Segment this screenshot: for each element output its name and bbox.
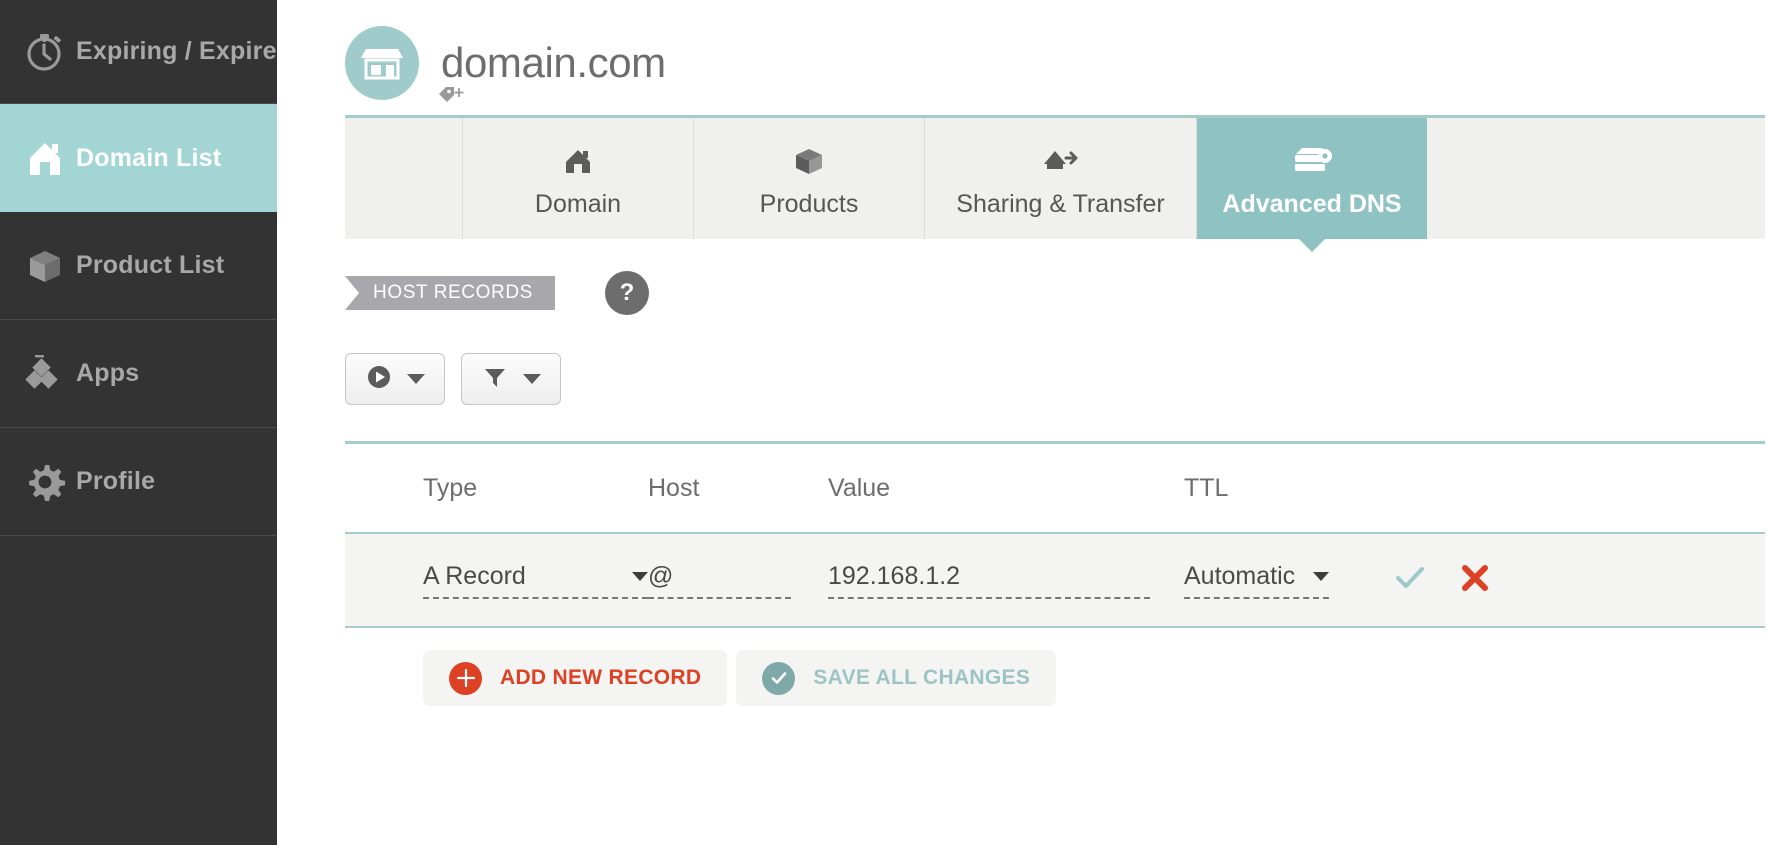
server-gear-icon bbox=[1290, 140, 1334, 182]
check-icon[interactable] bbox=[1393, 561, 1427, 600]
record-type-select[interactable]: A Record bbox=[423, 562, 648, 599]
app-root: Expiring / Expired Domain List bbox=[0, 0, 1767, 845]
ttl-value: Automatic bbox=[1184, 562, 1295, 591]
storefront-icon bbox=[345, 26, 419, 100]
value-text: 192.168.1.2 bbox=[828, 562, 960, 591]
host-records-table: Type Host Value TTL A Record @ bbox=[345, 441, 1765, 628]
sidebar-item-label: Domain List bbox=[76, 144, 221, 173]
cell-actions bbox=[1369, 561, 1765, 600]
sidebar: Expiring / Expired Domain List bbox=[0, 0, 277, 845]
records-toolbar bbox=[345, 353, 1767, 405]
filter-funnel-icon bbox=[481, 363, 509, 396]
ttl-select[interactable]: Automatic bbox=[1184, 562, 1329, 599]
host-value: @ bbox=[648, 562, 673, 591]
sidebar-item-apps[interactable]: Apps bbox=[0, 320, 277, 428]
sidebar-item-label: Apps bbox=[76, 359, 139, 388]
table-row: A Record @ 192.168.1.2 Autom bbox=[345, 532, 1765, 628]
check-circle-icon bbox=[762, 662, 795, 695]
tab-bar: Domain Products bbox=[345, 115, 1765, 239]
tab-label: Products bbox=[760, 190, 859, 219]
box-icon bbox=[14, 243, 76, 289]
sidebar-empty-area bbox=[0, 536, 277, 644]
host-input[interactable]: @ bbox=[648, 562, 791, 599]
help-icon[interactable]: ? bbox=[605, 271, 649, 315]
save-all-changes-label: SAVE ALL CHANGES bbox=[813, 666, 1030, 690]
house-icon bbox=[14, 135, 76, 181]
tab-label: Advanced DNS bbox=[1222, 190, 1401, 219]
table-header-row: Type Host Value TTL bbox=[345, 444, 1765, 532]
x-icon[interactable] bbox=[1459, 562, 1491, 599]
cell-type: A Record bbox=[345, 562, 648, 599]
sidebar-item-label: Expiring / Expired bbox=[76, 37, 292, 66]
tab-domain[interactable]: Domain bbox=[463, 118, 694, 239]
column-header-ttl: TTL bbox=[1184, 474, 1369, 503]
tab-bar-tail bbox=[1427, 118, 1765, 239]
main-content: domain.com Domain bbox=[277, 0, 1767, 845]
cell-ttl: Automatic bbox=[1184, 562, 1369, 599]
tab-label: Sharing & Transfer bbox=[956, 190, 1164, 219]
diamonds-icon bbox=[14, 351, 76, 397]
play-circle-icon bbox=[365, 363, 393, 396]
sidebar-item-domain-list[interactable]: Domain List bbox=[0, 104, 277, 212]
tab-products[interactable]: Products bbox=[694, 118, 925, 239]
column-header-value: Value bbox=[828, 474, 1184, 503]
chevron-down-icon bbox=[632, 572, 648, 581]
add-new-record-label: ADD NEW RECORD bbox=[500, 666, 701, 690]
value-input[interactable]: 192.168.1.2 bbox=[828, 562, 1150, 599]
domain-header: domain.com bbox=[345, 0, 1767, 83]
record-type-dropdown[interactable] bbox=[345, 353, 445, 405]
sidebar-item-label: Profile bbox=[76, 467, 155, 496]
tab-sharing-transfer[interactable]: Sharing & Transfer bbox=[925, 118, 1197, 239]
host-records-header: HOST RECORDS ? bbox=[345, 275, 1767, 311]
cell-host: @ bbox=[648, 562, 828, 599]
tab-spacer bbox=[345, 118, 463, 239]
sidebar-item-product-list[interactable]: Product List bbox=[0, 212, 277, 320]
gear-icon bbox=[14, 459, 76, 505]
filter-dropdown[interactable] bbox=[461, 353, 561, 405]
sidebar-item-label: Product List bbox=[76, 251, 224, 280]
plus-circle-icon bbox=[449, 662, 482, 695]
tag-plus-icon[interactable] bbox=[437, 85, 467, 112]
share-arrow-icon bbox=[1040, 140, 1082, 182]
host-records-label: HOST RECORDS bbox=[373, 282, 533, 304]
chevron-down-icon bbox=[1313, 572, 1329, 581]
tab-advanced-dns[interactable]: Advanced DNS bbox=[1197, 118, 1427, 239]
chevron-down-icon bbox=[407, 374, 425, 384]
column-header-host: Host bbox=[648, 474, 828, 503]
record-type-value: A Record bbox=[423, 562, 526, 591]
chevron-down-icon bbox=[523, 374, 541, 384]
stopwatch-icon bbox=[14, 30, 76, 74]
box-icon bbox=[791, 140, 827, 182]
add-new-record-button[interactable]: ADD NEW RECORD bbox=[423, 650, 727, 706]
page-title: domain.com bbox=[441, 39, 666, 87]
sidebar-item-expiring-expired[interactable]: Expiring / Expired bbox=[0, 0, 277, 104]
tag-row bbox=[345, 83, 1767, 113]
save-all-changes-button[interactable]: SAVE ALL CHANGES bbox=[736, 650, 1056, 706]
sidebar-item-profile[interactable]: Profile bbox=[0, 428, 277, 536]
tab-label: Domain bbox=[535, 190, 621, 219]
help-label: ? bbox=[620, 279, 635, 307]
house-icon bbox=[560, 140, 596, 182]
cell-value: 192.168.1.2 bbox=[828, 562, 1184, 599]
column-header-type: Type bbox=[345, 474, 648, 503]
record-actions: ADD NEW RECORD SAVE ALL CHANGES bbox=[345, 650, 1767, 706]
host-records-ribbon: HOST RECORDS bbox=[345, 276, 555, 310]
